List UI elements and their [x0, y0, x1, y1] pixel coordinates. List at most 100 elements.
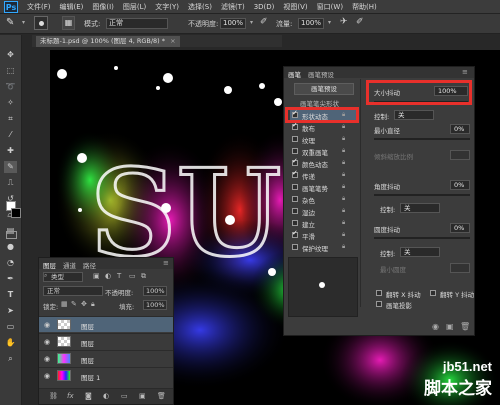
zoom-tool-icon[interactable]: ⌕ [4, 353, 17, 365]
blur-tool-icon[interactable]: ● [4, 241, 17, 253]
option-color-dynamics[interactable]: 颜色动态 [302, 159, 328, 170]
pressure-opacity-icon[interactable]: ✐ [260, 17, 268, 27]
lock-icon[interactable]: 🔒︎ [342, 183, 345, 191]
document-tab[interactable]: 未标题-1.psd @ 100% (图层 4, RGB/8) * × [36, 36, 180, 47]
option-scattering[interactable]: 散布 [302, 123, 315, 134]
menu-window[interactable]: 窗口(W) [317, 2, 343, 12]
checkbox-noise[interactable] [292, 196, 298, 202]
checkbox-color-dynamics[interactable] [292, 157, 298, 166]
adjustment-icon[interactable]: ◐ [103, 392, 109, 400]
control-select[interactable]: 关 [394, 110, 434, 120]
layer-name[interactable]: 图层 [81, 355, 94, 365]
visibility-eye-icon[interactable]: ◉ [44, 321, 50, 329]
pen-tool-icon[interactable]: ✒ [4, 273, 17, 285]
option-noise[interactable]: 杂色 [302, 195, 315, 206]
trash-icon[interactable]: 🗑︎ [157, 392, 166, 400]
visibility-eye-icon[interactable]: ◉ [44, 372, 50, 380]
lock-icon[interactable]: 🔒︎ [342, 195, 345, 203]
chevron-down-icon[interactable]: ▾ [328, 19, 331, 26]
chevron-down-icon[interactable]: ▾ [250, 19, 253, 26]
menu-file[interactable]: 文件(F) [27, 2, 51, 12]
control3-select[interactable]: 关 [400, 247, 440, 257]
min-diameter-slider[interactable] [374, 138, 470, 140]
lock-transparent-icon[interactable]: ▦ [61, 300, 68, 308]
chevron-down-icon[interactable]: ▾ [22, 19, 25, 26]
mask-icon[interactable]: ◙ [85, 392, 92, 400]
toggle-preview-icon[interactable]: ◉ [432, 322, 439, 331]
menu-filter[interactable]: 滤镜(T) [221, 2, 245, 12]
link-icon[interactable]: ⛓︎ [49, 392, 58, 400]
flow-input[interactable]: 100% [298, 18, 324, 29]
background-color-swatch[interactable] [11, 208, 21, 218]
folder-icon[interactable]: ▭ [121, 392, 128, 400]
menu-image[interactable]: 图像(I) [92, 2, 114, 12]
dodge-tool-icon[interactable]: ◔ [4, 257, 17, 269]
checkbox-flip-x[interactable] [376, 290, 382, 296]
pressure-size-icon[interactable]: ✐ [356, 17, 364, 27]
lasso-tool-icon[interactable]: ➰ [4, 81, 17, 93]
brush-presets-button[interactable]: 画笔预设 [294, 83, 354, 95]
option-protect-texture[interactable]: 保护纹理 [302, 243, 328, 254]
filter-smart-icon[interactable]: ⧉ [141, 272, 146, 281]
blend-mode-select[interactable]: 正常 [43, 286, 103, 296]
layer-filter-select[interactable]: 类型 [43, 272, 83, 282]
roundness-jitter-input[interactable]: 0% [450, 223, 470, 233]
crop-tool-icon[interactable]: ⌗ [4, 113, 17, 125]
tab-channels[interactable]: 通道 [63, 260, 76, 270]
close-icon[interactable]: × [170, 37, 175, 45]
layer-row[interactable]: ◉ 图层 [39, 333, 173, 349]
checkbox-build-up[interactable] [292, 220, 298, 226]
visibility-eye-icon[interactable]: ◉ [44, 338, 50, 346]
menu-type[interactable]: 文字(Y) [155, 2, 179, 12]
checkbox-protect-texture[interactable] [292, 244, 298, 250]
filter-adjust-icon[interactable]: ◐ [105, 272, 111, 280]
checkbox-brush-projection[interactable] [376, 301, 382, 307]
layer-name[interactable]: 图层 [81, 321, 94, 331]
checkbox-flip-y[interactable] [430, 290, 436, 296]
lock-icon[interactable]: 🔒︎ [342, 147, 345, 155]
eyedropper-tool-icon[interactable]: ⁄ [4, 129, 17, 141]
option-brush-pose[interactable]: 画笔笔势 [302, 183, 328, 194]
tab-brush-presets[interactable]: 画笔预设 [308, 69, 334, 79]
trash-icon[interactable]: 🗑︎ [460, 322, 470, 331]
lock-icon[interactable]: 🔒︎ [342, 171, 345, 179]
angle-jitter-input[interactable]: 0% [450, 180, 470, 190]
brush-projection-label[interactable]: 画笔投影 [386, 300, 412, 310]
option-transfer[interactable]: 传递 [302, 171, 315, 182]
lock-icon[interactable]: 🔒︎ [342, 159, 345, 167]
option-build-up[interactable]: 建立 [302, 219, 315, 230]
lock-icon[interactable]: 🔒︎ [342, 243, 345, 251]
lock-position-icon[interactable]: ✥ [81, 300, 87, 308]
tab-layers[interactable]: 图层 [43, 260, 56, 270]
shape-tool-icon[interactable]: ▭ [4, 321, 17, 333]
menu-edit[interactable]: 编辑(E) [60, 2, 84, 12]
menu-select[interactable]: 选择(S) [188, 2, 212, 12]
lock-image-icon[interactable]: ✎ [71, 300, 77, 308]
layer-name[interactable]: 图层 [81, 338, 94, 348]
filter-type-icon[interactable]: T [117, 272, 121, 280]
new-preset-icon[interactable]: ▣ [446, 322, 454, 331]
airbrush-icon[interactable]: ✈ [340, 17, 348, 27]
layer-row[interactable]: ◉ 图层 [39, 350, 173, 366]
lock-icon[interactable]: 🔒︎ [342, 219, 345, 227]
brush-tool-icon[interactable]: ✎ [4, 161, 17, 173]
lock-icon[interactable]: 🔒︎ [342, 135, 345, 143]
brush-preset-picker[interactable] [34, 16, 48, 30]
lock-all-icon[interactable]: 🔒︎ [91, 300, 95, 309]
panel-menu-icon[interactable]: ≡ [462, 68, 468, 76]
layer-name[interactable]: 图层 1 [81, 372, 100, 382]
option-texture[interactable]: 纹理 [302, 135, 315, 146]
marquee-tool-icon[interactable]: ⬚ [4, 65, 17, 77]
fx-icon[interactable]: fx [67, 392, 74, 400]
checkbox-wet-edges[interactable] [292, 208, 298, 214]
checkbox-transfer[interactable] [292, 169, 298, 178]
menu-view[interactable]: 视图(V) [283, 2, 307, 12]
layer-row[interactable]: ◉ 图层 [39, 316, 173, 332]
flip-x-label[interactable]: 翻转 X 抖动 [386, 289, 421, 299]
hand-tool-icon[interactable]: ✋ [4, 337, 17, 349]
brush-tool-icon[interactable]: ✎ [6, 17, 14, 28]
checkbox-dual-brush[interactable] [292, 148, 298, 154]
option-wet-edges[interactable]: 湿边 [302, 207, 315, 218]
opacity-input[interactable]: 100% [220, 18, 246, 29]
path-selection-icon[interactable]: ➤ [4, 305, 17, 317]
